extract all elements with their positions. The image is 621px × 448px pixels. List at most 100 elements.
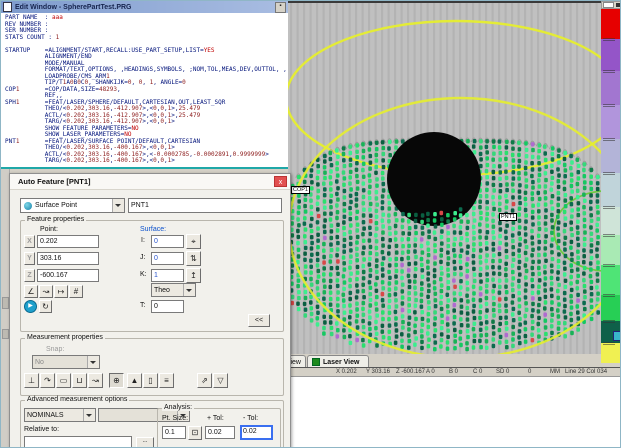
x-axis-button[interactable]: X xyxy=(24,235,35,248)
triangle-icon: ▲ xyxy=(131,376,139,385)
relative-to-input[interactable] xyxy=(24,436,132,448)
snap-value: No xyxy=(35,359,44,366)
edit-window-title: Edit Window - SpherePartTest.PRG xyxy=(15,4,131,11)
edit-window-titlebar[interactable]: Edit Window - SpherePartTest.PRG ▪ xyxy=(1,1,288,13)
snap-label: Snap: xyxy=(46,346,64,353)
browse-button[interactable]: ... xyxy=(136,437,154,448)
i-label: I: xyxy=(141,237,145,244)
edit-window-menu-button[interactable]: ▪ xyxy=(275,2,286,13)
feature-name-input[interactable]: PNT1 xyxy=(128,198,282,213)
gage-button[interactable]: ⌖ xyxy=(186,234,201,249)
play-icon: ▶ xyxy=(28,303,33,309)
scan-path-button[interactable]: ↝ xyxy=(39,285,53,298)
measure-mode-button-5[interactable]: ↝ xyxy=(88,373,103,388)
measurement-properties-label: Measurement properties xyxy=(25,334,105,341)
shift-vector-icon: ↥ xyxy=(190,271,197,280)
chevron-down-icon xyxy=(112,199,124,212)
remeasure-button[interactable]: ↻ xyxy=(39,300,52,313)
chevron-down-icon xyxy=(87,356,99,368)
offset-point-button[interactable]: ↦ xyxy=(54,285,68,298)
measure-mode-button-7[interactable]: ▲ xyxy=(127,373,142,388)
scale-segment xyxy=(601,295,621,321)
measure-mode-button-1[interactable]: ⊥ xyxy=(24,373,39,388)
measure-mode-button-4[interactable]: ⊔ xyxy=(72,373,87,388)
k-label: K: xyxy=(140,271,147,278)
angle-icon: ∠ xyxy=(27,287,34,296)
nominals-value: NOMINALS xyxy=(27,412,64,419)
flip-vector-button[interactable]: ⇅ xyxy=(186,251,201,266)
dialog-titlebar[interactable]: Auto Feature [PNT1] xyxy=(10,174,290,190)
status-item: Z -600.167 xyxy=(396,369,425,375)
x-value-input[interactable]: 0.202 xyxy=(37,235,99,248)
left-edge-mark xyxy=(2,329,9,339)
j-value-input[interactable]: 0 xyxy=(151,252,184,265)
minus-tol-label: - Tol: xyxy=(243,415,258,422)
dialog-close-button[interactable]: x xyxy=(274,176,287,187)
z-axis-button[interactable]: Z xyxy=(24,269,35,282)
y-value-input[interactable]: 303.16 xyxy=(37,252,99,265)
auto-feature-dialog: Auto Feature [PNT1] x Surface Point PNT1… xyxy=(9,173,291,448)
color-scale-header-box xyxy=(603,2,614,8)
scale-segment xyxy=(601,235,621,265)
shift-vector-button[interactable]: ↥ xyxy=(186,268,201,283)
execute-button[interactable]: ▶ xyxy=(24,300,37,313)
feature-type-combo[interactable]: Surface Point xyxy=(20,198,125,213)
filter-button[interactable]: ▽ xyxy=(213,373,228,388)
k-value-input[interactable]: 1 xyxy=(151,269,184,282)
document-icon xyxy=(3,2,12,12)
edit-window-code[interactable]: PART NAME : aaaREV NUMBER : SER NUMBER :… xyxy=(1,13,288,167)
chevron-down-icon xyxy=(183,284,195,296)
advanced-options-label: Advanced measurement options xyxy=(25,396,129,403)
theo-mode-value: Theo xyxy=(154,287,170,294)
pointcloud-canvas[interactable] xyxy=(288,3,621,365)
left-edge-mark xyxy=(2,297,9,309)
plus-tol-label: + Tol: xyxy=(207,415,224,422)
t-value-input[interactable]: 0 xyxy=(151,300,184,313)
z-value-input[interactable]: -600.167 xyxy=(37,269,99,282)
nominals-combo[interactable]: NOMINALS xyxy=(24,408,96,422)
analysis-label: Analysis: xyxy=(162,404,194,411)
feature-properties-label: Feature properties xyxy=(25,216,86,223)
laser-view-icon xyxy=(312,358,320,366)
pt-size-button[interactable]: ⊡ xyxy=(188,426,202,440)
theo-mode-combo[interactable]: Theo xyxy=(151,283,196,297)
status-item: X 0.202 xyxy=(336,369,357,375)
cop-feature-label: COP1 xyxy=(291,186,310,194)
measure-mode-button-2[interactable]: ↷ xyxy=(40,373,55,388)
view-tabstrip: Live View Laser View xyxy=(288,354,621,368)
lines-icon: ≡ xyxy=(164,376,169,385)
measure-mode-button-9[interactable]: ≡ xyxy=(159,373,174,388)
pnt-feature-label: PNT1 xyxy=(499,213,517,221)
status-item: A 0 xyxy=(426,369,435,375)
measure-mode-button-8[interactable]: ▯ xyxy=(143,373,158,388)
grid-button[interactable]: # xyxy=(69,285,83,298)
angle-button[interactable]: ∠ xyxy=(24,285,38,298)
status-item: B 0 xyxy=(449,369,458,375)
i-value-input[interactable]: 0 xyxy=(151,235,184,248)
scale-segment xyxy=(601,9,621,39)
y-axis-button[interactable]: Y xyxy=(24,252,35,265)
status-item: Line 29 Col 034 xyxy=(565,369,607,375)
status-item: MM xyxy=(550,369,560,375)
snap-combo[interactable]: No xyxy=(32,355,100,369)
deviation-color-scale xyxy=(601,1,621,365)
collapse-button[interactable]: << xyxy=(248,314,270,327)
graphic-view[interactable] xyxy=(288,1,621,365)
path-button[interactable]: ⇗ xyxy=(197,373,212,388)
probe-icon: ⊥ xyxy=(28,376,35,385)
gage-icon: ⌖ xyxy=(191,237,196,246)
box-icon: ▭ xyxy=(60,376,68,385)
plus-tol-input[interactable]: 0.02 xyxy=(205,426,235,439)
pt-size-icon: ⊡ xyxy=(192,428,199,437)
color-scale-header[interactable] xyxy=(601,1,621,9)
dialog-title: Auto Feature [PNT1] xyxy=(18,177,91,186)
scale-segment xyxy=(601,105,621,139)
measure-mode-button-3[interactable]: ▭ xyxy=(56,373,71,388)
funnel-icon: ▽ xyxy=(217,376,223,385)
pt-size-input[interactable]: 0.1 xyxy=(162,426,186,439)
arc-move-icon: ↷ xyxy=(44,376,51,385)
color-scale-corner xyxy=(613,331,621,341)
surface-label: Surface: xyxy=(140,226,166,233)
minus-tol-input[interactable]: 0.02 xyxy=(240,425,273,440)
measure-target-button[interactable]: ⊕ xyxy=(109,373,124,388)
